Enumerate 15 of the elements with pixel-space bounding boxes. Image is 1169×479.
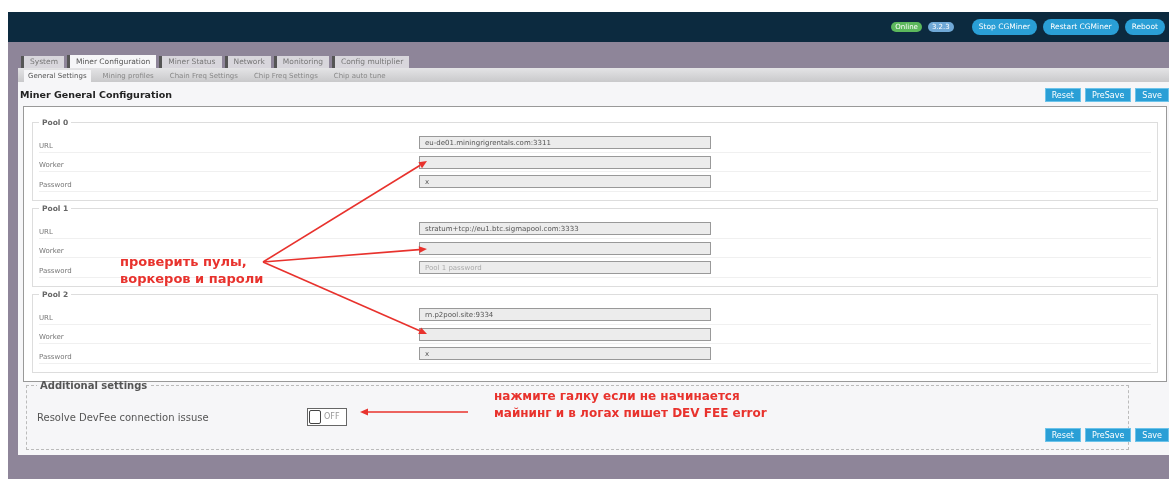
section-title: Miner General Configuration	[20, 87, 173, 102]
action-button[interactable]: Reset	[1044, 428, 1081, 442]
annotation-text: нажмите галку если не начинается майнинг и в логах пишет DEV FEE error	[494, 388, 767, 422]
action-button[interactable]: PreSave	[1085, 428, 1132, 442]
action-button[interactable]: Save	[1135, 88, 1169, 102]
toggle-switch[interactable]: OFF	[307, 408, 347, 426]
annotation-text: проверить пулы, воркеров и пароли	[120, 253, 264, 287]
input-field[interactable]	[419, 327, 711, 341]
fieldset-legend: Additional settings	[37, 378, 151, 393]
action-button[interactable]: Save	[1135, 428, 1169, 442]
input-field[interactable]	[419, 241, 711, 255]
input-field[interactable]	[419, 155, 711, 169]
action-button[interactable]: Reset	[1044, 88, 1081, 102]
action-button[interactable]: PreSave	[1085, 88, 1132, 102]
option-label: Resolve DevFee connection issuse	[37, 410, 210, 425]
